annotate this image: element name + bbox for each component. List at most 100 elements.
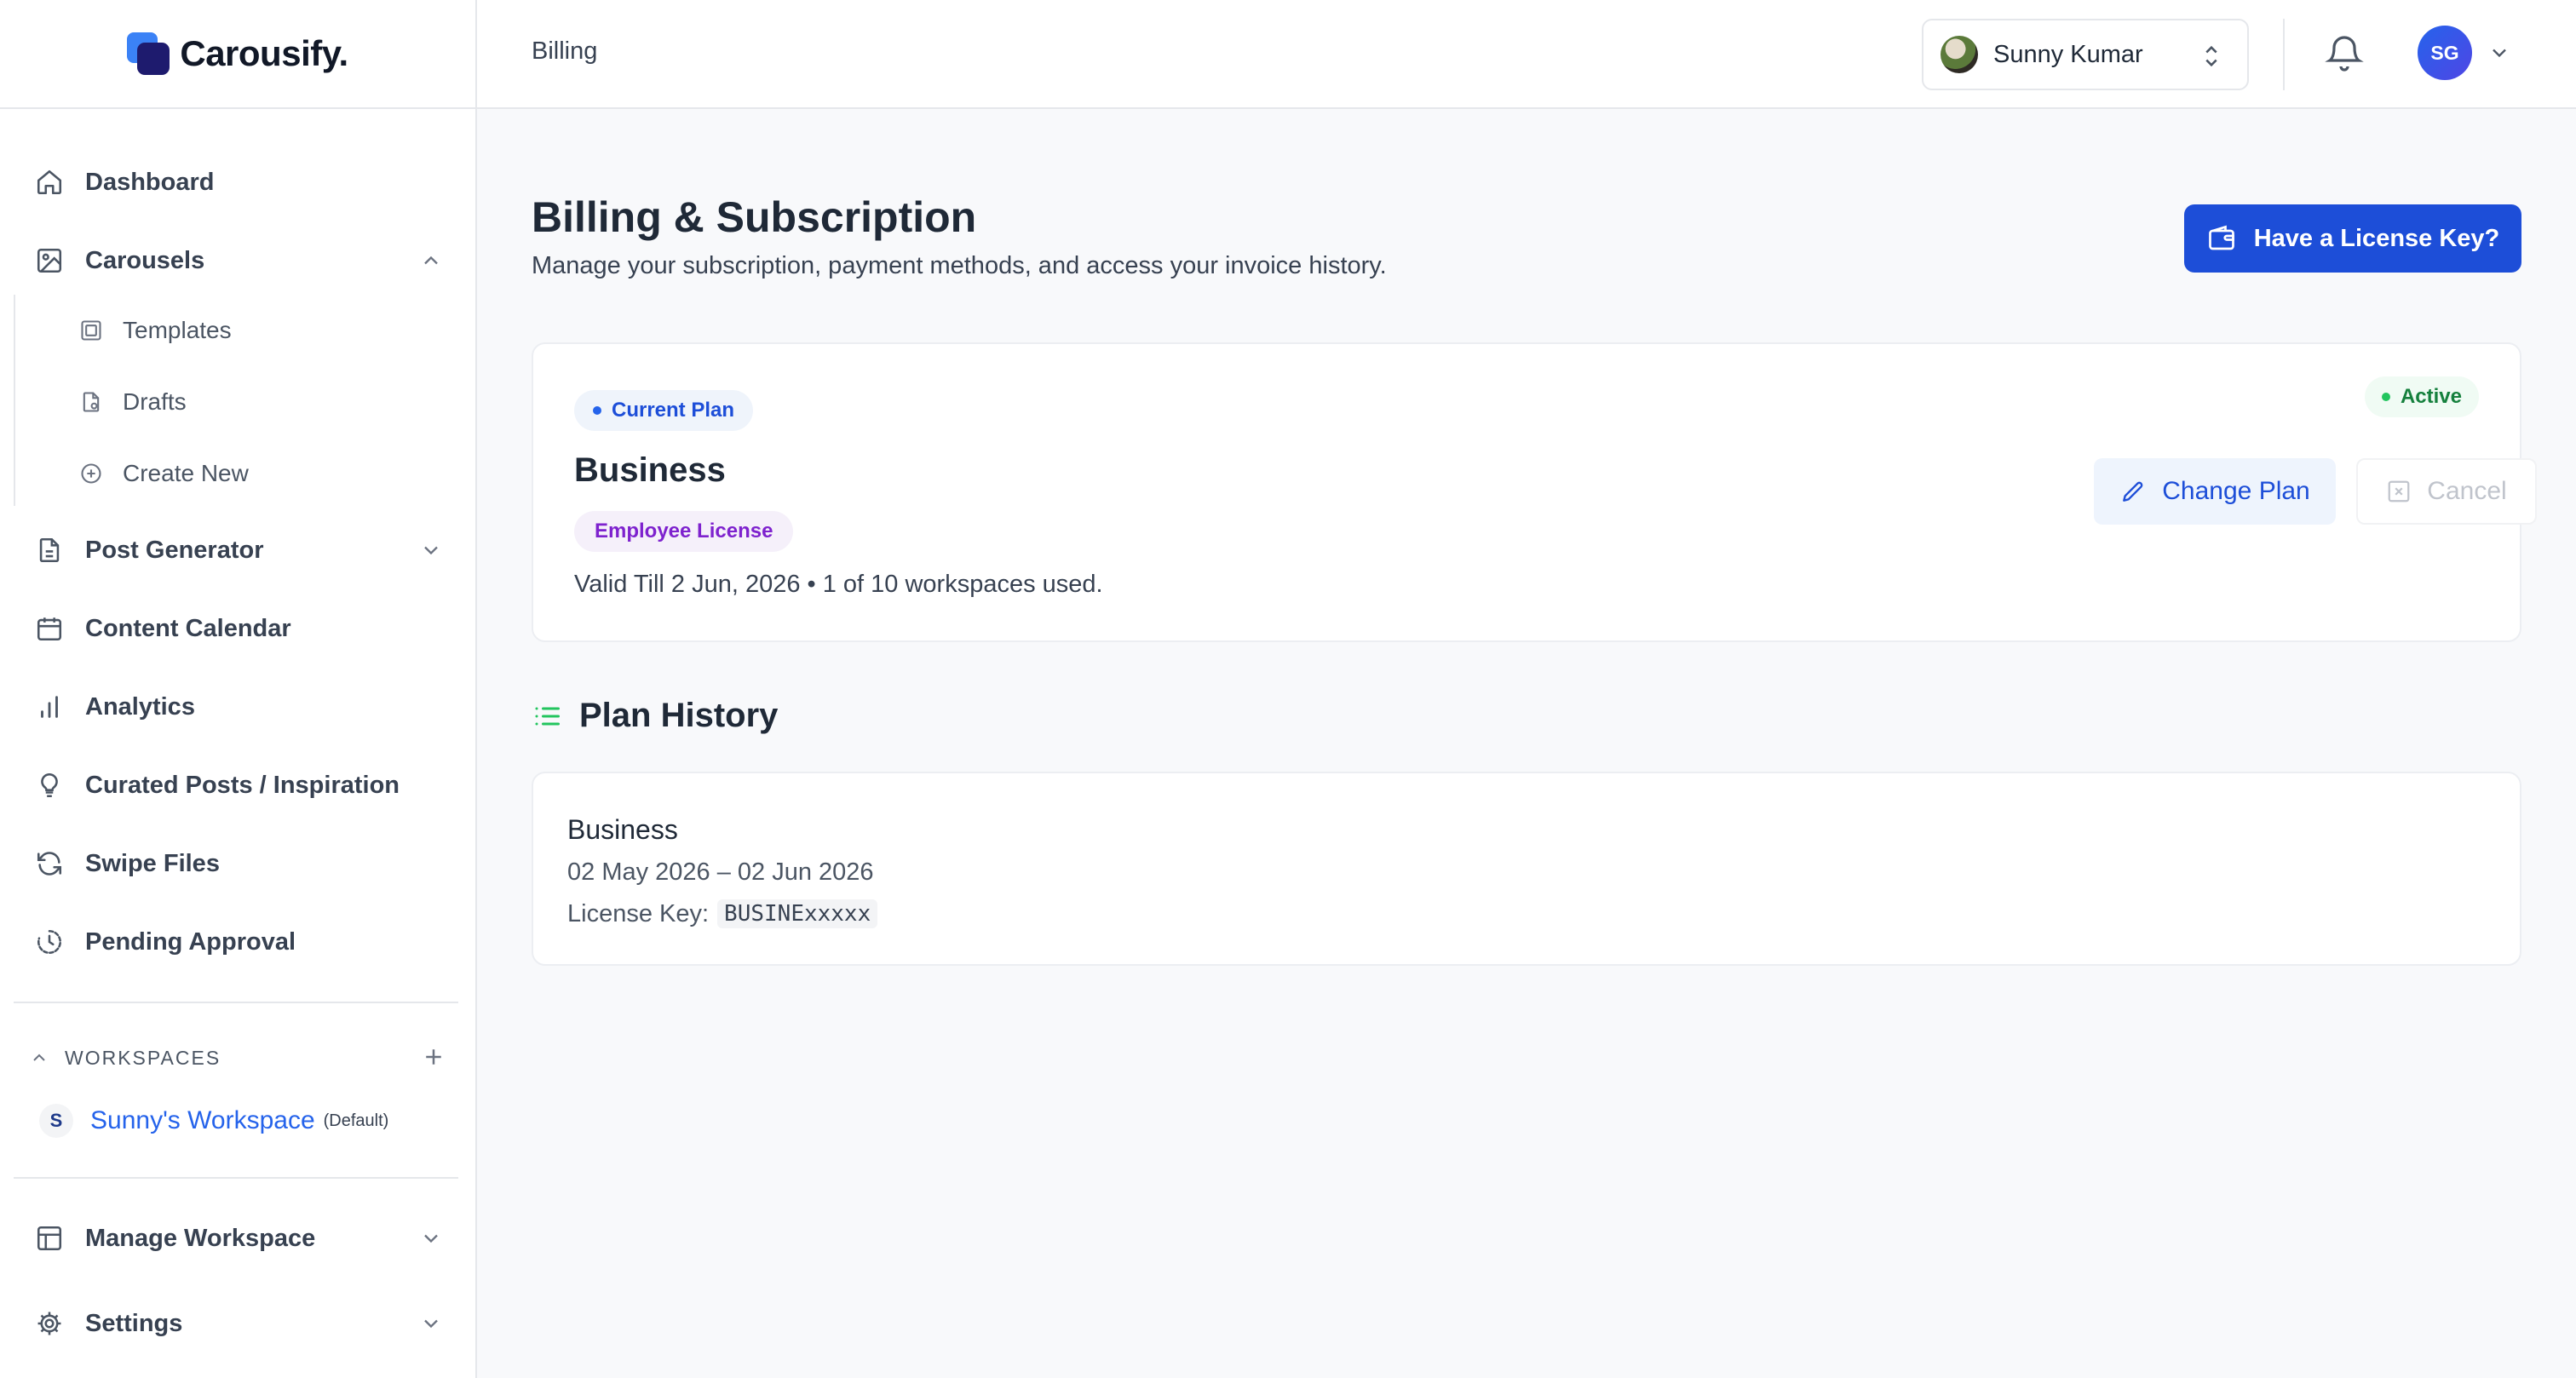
sidebar-subitem-drafts[interactable]: Drafts bbox=[68, 375, 460, 429]
sidebar-item-label: Curated Posts / Inspiration bbox=[85, 771, 400, 799]
submenu-guide-line bbox=[14, 295, 15, 506]
change-plan-label: Change Plan bbox=[2162, 477, 2310, 505]
sidebar-item-label: Manage Workspace bbox=[85, 1224, 316, 1252]
bar-chart-icon bbox=[34, 692, 65, 722]
sidebar-divider bbox=[14, 1177, 458, 1179]
sidebar-item-label: Carousels bbox=[85, 246, 205, 274]
image-icon bbox=[34, 245, 65, 276]
chevron-up-down-icon bbox=[2199, 43, 2223, 70]
breadcrumb: Billing bbox=[532, 37, 598, 65]
license-key-button-label: Have a License Key? bbox=[2253, 224, 2500, 252]
brand-name: Carousify. bbox=[180, 33, 348, 73]
sidebar-subitem-label: Drafts bbox=[123, 388, 187, 415]
sidebar-item-post-generator[interactable]: Post Generator bbox=[14, 520, 462, 581]
main-content: Billing & Subscription Manage your subsc… bbox=[477, 109, 2576, 1378]
document-icon bbox=[34, 535, 65, 566]
sidebar-item-carousels[interactable]: Carousels bbox=[14, 230, 462, 291]
workspace-avatar: S bbox=[39, 1104, 73, 1138]
chevron-up-icon[interactable] bbox=[419, 249, 443, 273]
license-key-button[interactable]: Have a License Key? bbox=[2184, 204, 2521, 273]
calendar-icon bbox=[34, 613, 65, 644]
logo-mark-icon bbox=[127, 32, 171, 75]
home-icon bbox=[34, 167, 65, 198]
app-root: Carousify. Dashboard Carousels Templates… bbox=[0, 0, 2576, 1378]
layout-icon bbox=[34, 1223, 65, 1254]
template-icon bbox=[78, 318, 104, 343]
chevron-down-icon[interactable] bbox=[419, 538, 443, 562]
refresh-icon bbox=[34, 848, 65, 879]
close-box-icon bbox=[2386, 479, 2412, 504]
user-name: Sunny Kumar bbox=[1993, 40, 2143, 68]
sidebar-item-label: Pending Approval bbox=[85, 927, 296, 956]
status-dot bbox=[2381, 393, 2390, 401]
workspaces-heading: WORKSPACES bbox=[65, 1046, 221, 1069]
sidebar-item-label: Swipe Files bbox=[85, 849, 220, 877]
current-plan-badge: Current Plan bbox=[574, 390, 754, 431]
chevron-down-icon[interactable] bbox=[419, 1226, 443, 1250]
workspace-item[interactable]: S Sunny's Workspace (Default) bbox=[39, 1100, 388, 1141]
status-badge: Active bbox=[2364, 376, 2479, 417]
sidebar: Carousify. Dashboard Carousels Templates… bbox=[0, 0, 477, 1378]
plan-name: Business bbox=[574, 451, 726, 489]
current-plan-card: Current Plan Business Employee License V… bbox=[532, 342, 2537, 642]
workspace-name: Sunny's Workspace bbox=[90, 1106, 315, 1134]
change-plan-button[interactable]: Change Plan bbox=[2094, 458, 2336, 525]
status-label: Active bbox=[2400, 385, 2462, 408]
topbar-divider bbox=[2283, 19, 2285, 90]
chevron-down-icon[interactable] bbox=[419, 1312, 443, 1335]
history-plan-name: Business bbox=[567, 814, 678, 845]
sidebar-item-label: Analytics bbox=[85, 692, 195, 721]
user-avatar bbox=[1941, 36, 1978, 73]
pencil-icon bbox=[2119, 478, 2147, 505]
plus-circle-icon bbox=[78, 461, 104, 486]
list-icon bbox=[532, 701, 562, 732]
sidebar-item-content-calendar[interactable]: Content Calendar bbox=[14, 598, 462, 659]
gear-icon bbox=[34, 1308, 65, 1339]
badge-dot bbox=[593, 406, 601, 415]
license-key-value: BUSINExxxxx bbox=[717, 899, 878, 928]
sidebar-item-dashboard[interactable]: Dashboard bbox=[14, 152, 462, 213]
sidebar-item-label: Dashboard bbox=[85, 168, 215, 196]
profile-avatar[interactable]: SG bbox=[2418, 26, 2472, 80]
sidebar-item-label: Content Calendar bbox=[85, 614, 291, 642]
sidebar-subitem-label: Templates bbox=[123, 317, 232, 343]
sidebar-item-label: Settings bbox=[85, 1309, 183, 1337]
license-type-badge: Employee License bbox=[574, 511, 794, 552]
workspaces-header[interactable]: WORKSPACES bbox=[29, 1041, 455, 1075]
clock-dashed-icon bbox=[34, 927, 65, 957]
sidebar-divider bbox=[14, 1002, 458, 1003]
wallet-icon bbox=[2206, 223, 2237, 254]
current-plan-badge-label: Current Plan bbox=[612, 399, 735, 422]
plan-history-card: Business 02 May 2026 – 02 Jun 2026 Licen… bbox=[532, 772, 2521, 966]
topbar: Billing Sunny Kumar SG bbox=[477, 0, 2576, 109]
history-dates: 02 May 2026 – 02 Jun 2026 bbox=[567, 858, 874, 886]
sidebar-item-label: Post Generator bbox=[85, 536, 264, 564]
sidebar-item-pending-approval[interactable]: Pending Approval bbox=[14, 911, 462, 973]
sidebar-subitem-create-new[interactable]: Create New bbox=[68, 446, 460, 501]
sidebar-subitem-templates[interactable]: Templates bbox=[68, 303, 460, 358]
license-key-label: License Key: bbox=[567, 899, 710, 927]
sidebar-item-swipe-files[interactable]: Swipe Files bbox=[14, 833, 462, 894]
user-switcher[interactable]: Sunny Kumar bbox=[1922, 19, 2249, 90]
add-workspace-icon[interactable] bbox=[421, 1044, 446, 1070]
history-license-key: License Key: BUSINExxxxx bbox=[567, 899, 878, 928]
plan-history-heading: Plan History bbox=[532, 697, 778, 735]
draft-file-icon bbox=[78, 389, 104, 415]
chevron-down-icon[interactable] bbox=[2487, 41, 2511, 65]
plan-history-title: Plan History bbox=[579, 697, 779, 734]
sidebar-item-manage-workspace[interactable]: Manage Workspace bbox=[14, 1208, 462, 1269]
sidebar-item-curated-posts[interactable]: Curated Posts / Inspiration bbox=[14, 755, 462, 816]
lightbulb-icon bbox=[34, 770, 65, 801]
cancel-plan-label: Cancel bbox=[2427, 477, 2507, 505]
plan-meta: Valid Till 2 Jun, 2026 • 1 of 10 workspa… bbox=[574, 571, 1103, 598]
page-title: Billing & Subscription bbox=[532, 193, 977, 241]
sidebar-subitem-label: Create New bbox=[123, 460, 249, 486]
cancel-plan-button[interactable]: Cancel bbox=[2356, 458, 2537, 525]
bell-icon[interactable] bbox=[2324, 32, 2365, 73]
chevron-up-icon bbox=[29, 1048, 49, 1068]
workspace-default-tag: (Default) bbox=[323, 1111, 389, 1130]
page-subtitle: Manage your subscription, payment method… bbox=[532, 252, 1387, 279]
sidebar-item-settings[interactable]: Settings bbox=[14, 1293, 462, 1354]
sidebar-item-analytics[interactable]: Analytics bbox=[14, 676, 462, 738]
logo[interactable]: Carousify. bbox=[0, 0, 475, 109]
